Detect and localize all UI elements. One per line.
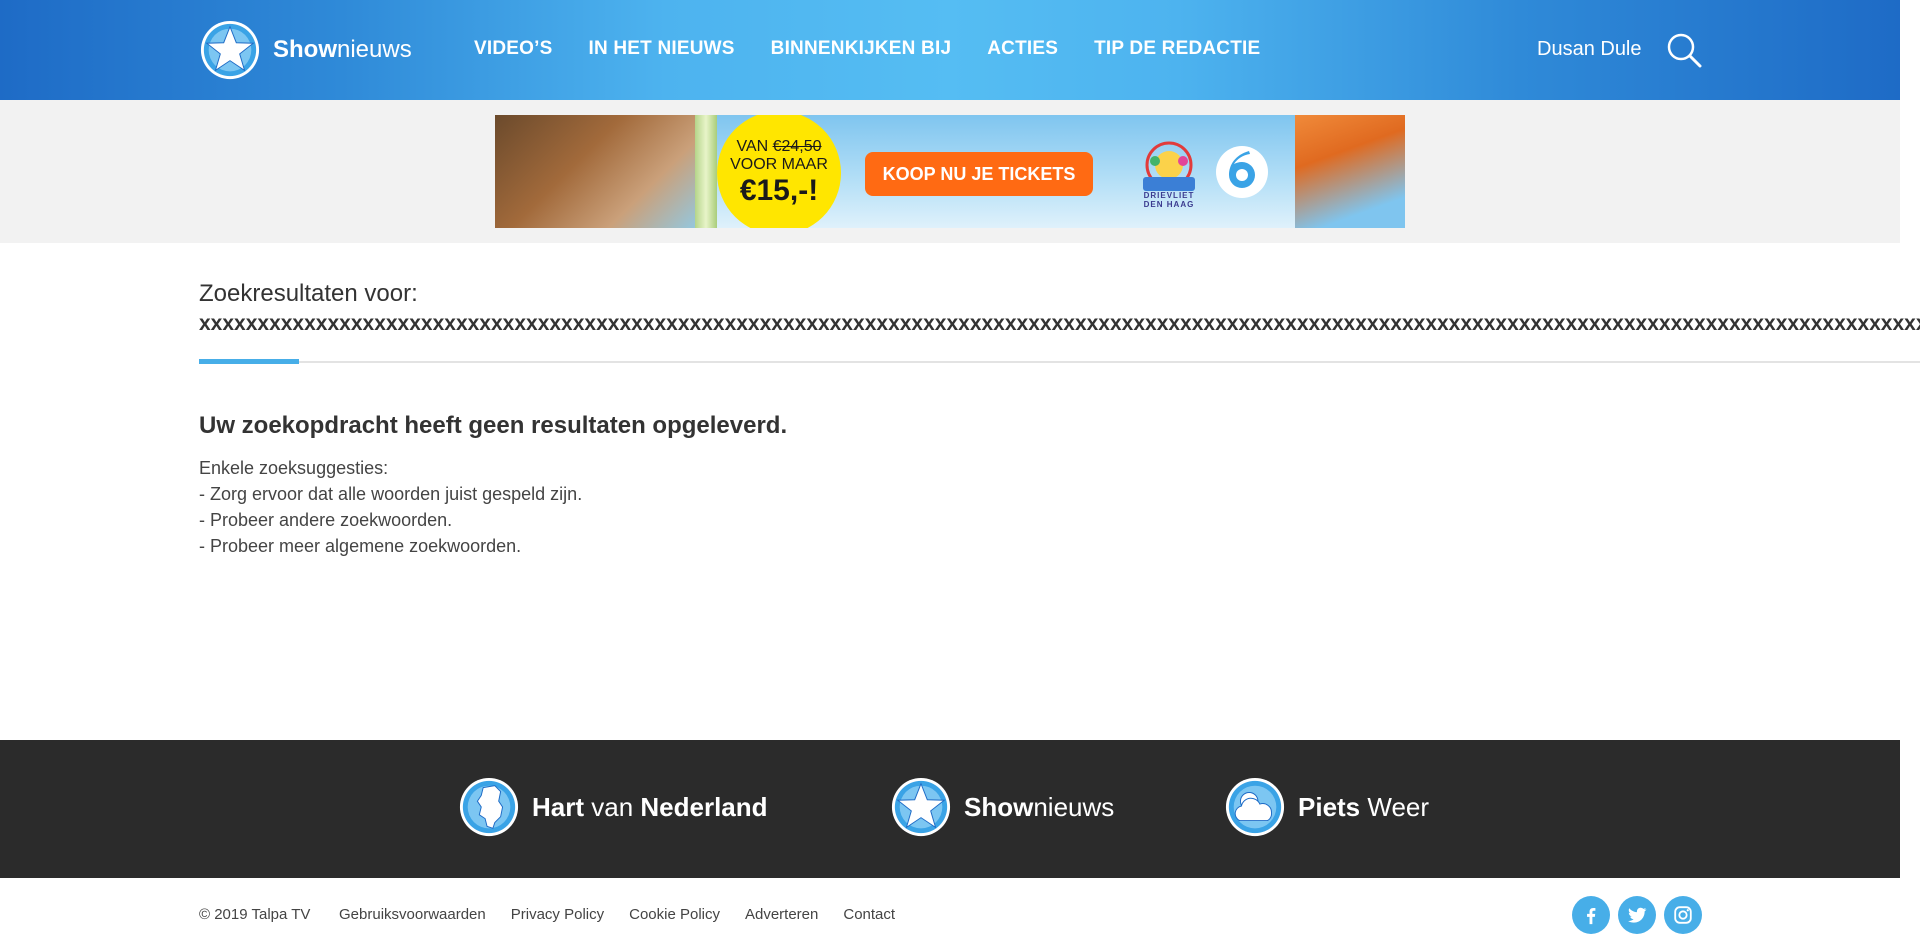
nav-item-in-het-nieuws[interactable]: IN HET NIEUWS [588, 38, 734, 60]
user-name[interactable]: Dusan Dule [1537, 38, 1642, 61]
suggestion-item: - Zorg ervoor dat alle woorden juist ges… [199, 484, 583, 504]
footer-bottom: © 2019 Talpa TV Gebruiksvoorwaarden Priv… [0, 878, 1900, 937]
search-icon[interactable] [1666, 32, 1702, 68]
ad-rollercoaster-image [1295, 115, 1405, 228]
footer-links: Gebruiksvoorwaarden Privacy Policy Cooki… [339, 906, 895, 923]
footer-link-privacy-policy[interactable]: Privacy Policy [511, 906, 604, 923]
brand-piets-weer[interactable]: Piets Weer [1224, 776, 1429, 838]
footer-brands: Hart van Nederland Shownieuws Piets Weer [0, 740, 1900, 878]
nav-item-tip-de-redactie[interactable]: TIP DE REDACTIE [1094, 38, 1260, 60]
ad-pole-graphic [695, 115, 717, 228]
footer-link-cookie-policy[interactable]: Cookie Policy [629, 906, 720, 923]
site-header: Shownieuws VIDEO’S IN HET NIEUWS BINNENK… [0, 0, 1900, 100]
advertisement-banner[interactable]: VAN €24,50 VOOR MAAR €15,-! KOOP NU JE T… [495, 115, 1405, 228]
drievliet-name: DRIEVLIET DEN HAAG [1143, 191, 1195, 209]
star-icon [891, 777, 951, 837]
main-nav: VIDEO’S IN HET NIEUWS BINNENKIJKEN BIJ A… [474, 38, 1260, 60]
netherlands-map-icon [459, 777, 519, 837]
nav-item-acties[interactable]: ACTIES [987, 38, 1058, 60]
section-divider [199, 361, 1920, 363]
nav-item-videos[interactable]: VIDEO’S [474, 38, 552, 60]
section-divider-accent [199, 359, 299, 364]
search-results-title: Zoekresultaten voor: [199, 280, 418, 307]
twitter-glyph-icon [1628, 907, 1647, 923]
ad-price-badge: VAN €24,50 VOOR MAAR €15,-! [717, 115, 841, 228]
nav-item-binnenkijken-bij[interactable]: BINNENKIJKEN BIJ [771, 38, 952, 60]
footer-link-adverteren[interactable]: Adverteren [745, 906, 818, 923]
search-suggestions: Enkele zoeksuggesties: - Zorg ervoor dat… [199, 455, 582, 559]
suggestion-item: - Probeer meer algemene zoekwoorden. [199, 536, 522, 556]
brand-shownieuws[interactable]: Shownieuws [890, 776, 1114, 838]
star-icon [200, 20, 260, 80]
twitter-icon[interactable] [1618, 896, 1656, 934]
weather-cloud-icon [1225, 777, 1285, 837]
ad-buy-tickets-button[interactable]: KOOP NU JE TICKETS [865, 152, 1093, 196]
footer-link-contact[interactable]: Contact [843, 906, 895, 923]
sbs6-logo-icon [1216, 146, 1268, 198]
instagram-glyph-icon [1674, 906, 1692, 924]
brand-hart-van-nederland[interactable]: Hart van Nederland [458, 776, 768, 838]
no-results-heading: Uw zoekopdracht heeft geen resultaten op… [199, 412, 788, 439]
facebook-icon[interactable] [1572, 896, 1610, 934]
ad-band: VAN €24,50 VOOR MAAR €15,-! KOOP NU JE T… [0, 100, 1900, 243]
suggestion-item: - Probeer andere zoekwoorden. [199, 510, 453, 530]
ad-ride-image [495, 115, 705, 228]
shownieuws-logo[interactable]: Shownieuws [199, 18, 412, 82]
facebook-glyph-icon [1587, 907, 1596, 925]
copyright-text: © 2019 Talpa TV [199, 906, 311, 923]
logo-text: Shownieuws [273, 36, 412, 63]
suggestions-heading: Enkele zoeksuggesties: [199, 458, 389, 478]
footer-link-gebruiksvoorwaarden[interactable]: Gebruiksvoorwaarden [339, 906, 486, 923]
search-query-text: xxxxxxxxxxxxxxxxxxxxxxxxxxxxxxxxxxxxxxxx… [199, 312, 1920, 335]
instagram-icon[interactable] [1664, 896, 1702, 934]
